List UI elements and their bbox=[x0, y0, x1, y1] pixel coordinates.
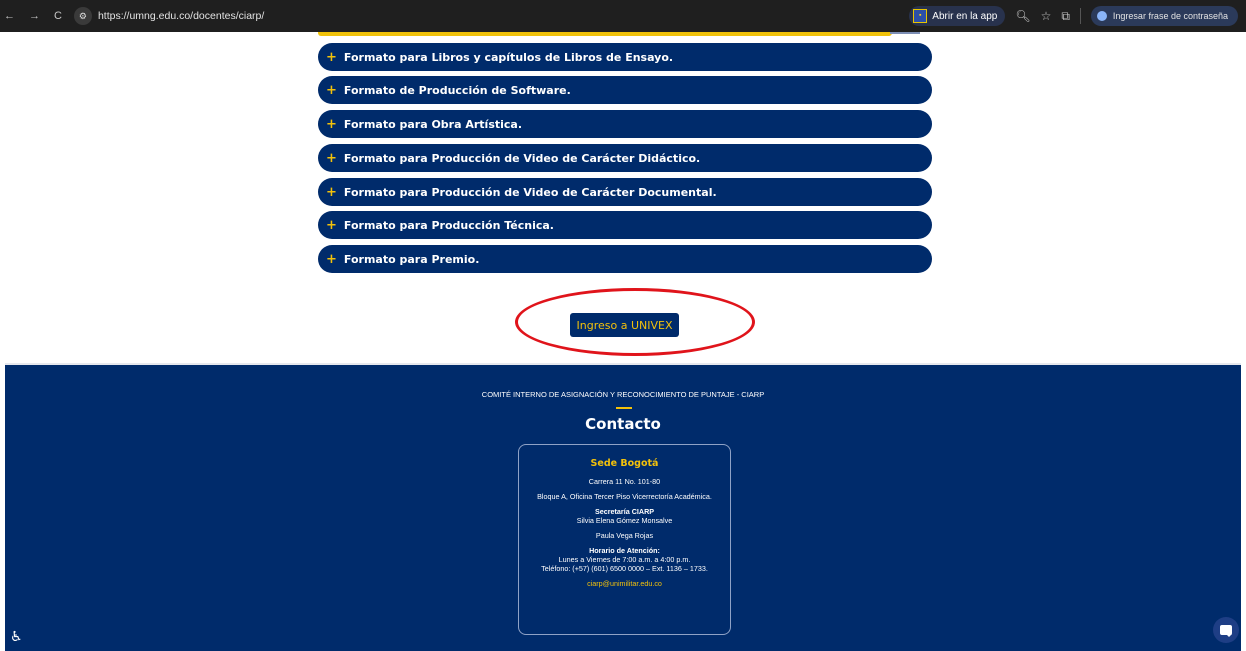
phone-text: Teléfono: (+57) (601) 6500 0000 – Ext. 1… bbox=[541, 564, 708, 573]
app-icon: ▪ bbox=[913, 9, 928, 23]
accordion-item-produccion-tecnica[interactable]: + Formato para Producción Técnica. bbox=[318, 211, 932, 239]
url-text[interactable]: https://umng.edu.co/docentes/ciarp/ bbox=[98, 10, 264, 22]
site-info-icon[interactable]: ⚙ bbox=[73, 7, 92, 25]
toolbar-divider bbox=[1079, 8, 1081, 24]
contact-card: Sede Bogotá Carrera 11 No. 101-80 Bloque… bbox=[518, 444, 731, 635]
right-edge bbox=[1241, 32, 1246, 651]
accordion-label: Formato para Producción de Video de Cará… bbox=[343, 151, 701, 165]
expand-icon: + bbox=[326, 150, 337, 166]
accordion-item-libros[interactable]: + Formato para Libros y capítulos de Lib… bbox=[318, 43, 932, 71]
email-link[interactable]: ciarp@unimilitar.edu.co bbox=[537, 579, 712, 588]
browser-toolbar: ← → C ⚙ https://umng.edu.co/docentes/cia… bbox=[0, 0, 1246, 32]
accordion-label: Formato para Obra Artística. bbox=[343, 117, 523, 131]
hours-text: Lunes a Viernes de 7:00 a.m. a 4:00 p.m. bbox=[558, 555, 691, 564]
chat-icon bbox=[1220, 625, 1232, 637]
accessibility-icon[interactable]: ♿︎ bbox=[10, 629, 23, 645]
hours-label: Horario de Atención: bbox=[589, 546, 660, 555]
accordion-item-obra-artistica[interactable]: + Formato para Obra Artística. bbox=[318, 110, 932, 138]
office-line: Bloque A, Oficina Tercer Piso Vicerrecto… bbox=[537, 492, 712, 501]
expand-icon: + bbox=[326, 251, 337, 267]
secretary-label: Secretaría CIARP bbox=[594, 507, 655, 516]
committee-name: COMITÉ INTERNO DE ASIGNACIÓN Y RECONOCIM… bbox=[481, 390, 765, 399]
accordion-item-video-documental[interactable]: + Formato para Producción de Video de Ca… bbox=[318, 178, 932, 206]
contact-heading: Contacto bbox=[585, 415, 661, 433]
expand-icon: + bbox=[326, 82, 337, 98]
reload-icon[interactable]: C bbox=[54, 10, 62, 22]
back-icon[interactable]: ← bbox=[4, 10, 15, 22]
secretary-name-2: Paula Vega Rojas bbox=[595, 531, 654, 540]
browser-nav: ← → C bbox=[0, 10, 62, 22]
browser-actions: ▪ Abrir en la app 🔍︎ ☆ ⧉ Ingresar frase … bbox=[909, 0, 1246, 32]
profile-icon bbox=[1096, 11, 1107, 21]
campus-name: Sede Bogotá bbox=[590, 458, 659, 469]
expand-icon: + bbox=[326, 217, 337, 233]
accordion-label: Formato para Producción Técnica. bbox=[343, 218, 554, 232]
expand-icon: + bbox=[326, 184, 337, 200]
divider-line bbox=[890, 32, 920, 34]
address-bar[interactable]: ⚙ https://umng.edu.co/docentes/ciarp/ bbox=[73, 7, 264, 25]
accordion-item-software[interactable]: + Formato de Producción de Software. bbox=[318, 76, 932, 104]
secretary-name: Silvia Elena Gómez Monsalve bbox=[576, 516, 673, 525]
accordion-label: Formato para Premio. bbox=[343, 252, 480, 266]
bookmark-star-icon[interactable]: ☆ bbox=[1041, 9, 1052, 23]
hours-block: Horario de Atención: Lunes a Viernes de 7… bbox=[537, 546, 712, 573]
chat-button[interactable] bbox=[1213, 617, 1239, 643]
accordion-label: Formato para Libros y capítulos de Libro… bbox=[343, 50, 674, 64]
univex-login-button[interactable]: Ingreso a UNIVEX bbox=[570, 313, 679, 337]
accordion-item-video-didactico[interactable]: + Formato para Producción de Video de Ca… bbox=[318, 144, 932, 172]
extensions-icon[interactable]: ⧉ bbox=[1061, 9, 1070, 24]
expand-icon: + bbox=[326, 49, 337, 65]
password-prompt-label: Ingresar frase de contraseña bbox=[1112, 11, 1228, 21]
accordion-label: Formato de Producción de Software. bbox=[343, 83, 571, 97]
password-prompt-button[interactable]: Ingresar frase de contraseña bbox=[1090, 6, 1238, 26]
accordion-label: Formato para Producción de Video de Cará… bbox=[343, 185, 717, 199]
zoom-icon[interactable]: 🔍︎ bbox=[1015, 9, 1030, 23]
title-accent bbox=[616, 407, 632, 409]
previous-item-bottom-edge bbox=[318, 32, 892, 36]
secretary-block: Secretaría CIARP Silvia Elena Gómez Monsa… bbox=[537, 507, 712, 525]
accordion-item-premio[interactable]: + Formato para Premio. bbox=[318, 245, 932, 273]
open-in-app-label: Abrir en la app bbox=[932, 10, 998, 22]
footer: COMITÉ INTERNO DE ASIGNACIÓN Y RECONOCIM… bbox=[5, 363, 1241, 651]
forward-icon[interactable]: → bbox=[29, 10, 40, 22]
expand-icon: + bbox=[326, 116, 337, 132]
footer-top-border bbox=[5, 363, 1241, 365]
address-line: Carrera 11 No. 101-80 bbox=[588, 477, 661, 486]
open-in-app-button[interactable]: ▪ Abrir en la app bbox=[909, 6, 1006, 26]
